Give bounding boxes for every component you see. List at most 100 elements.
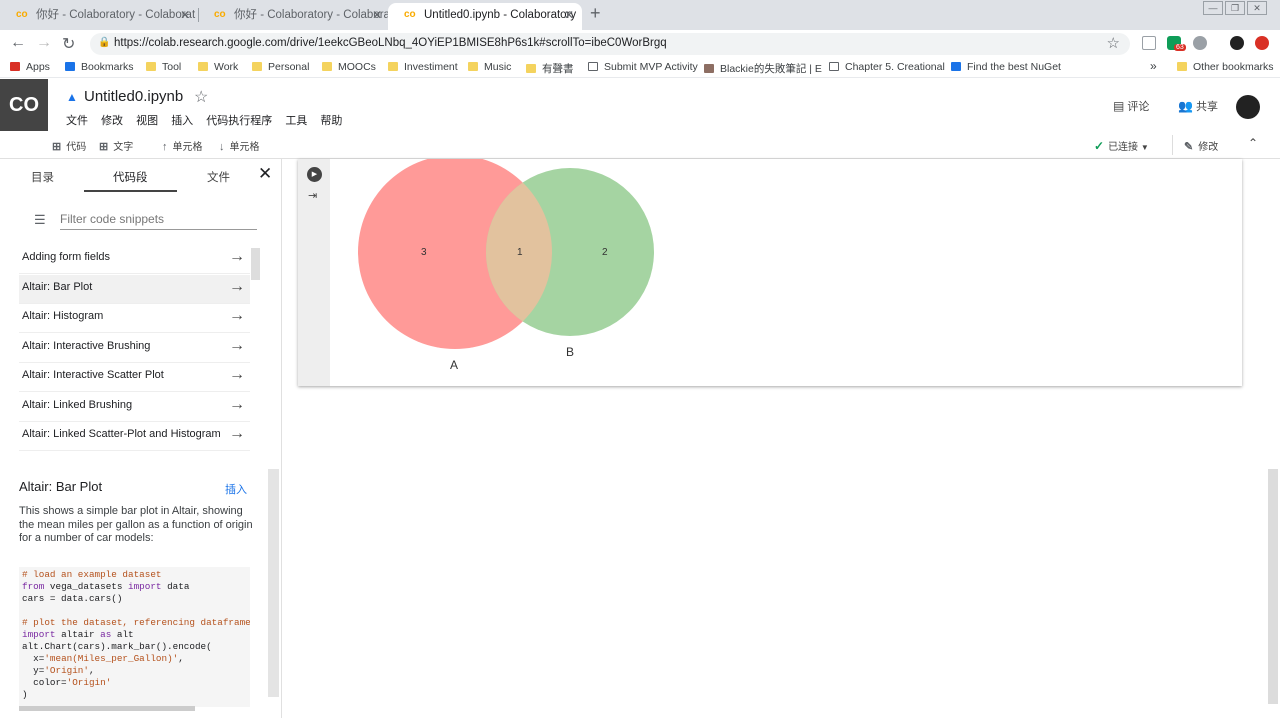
menu-tools[interactable]: 工具: [285, 115, 307, 127]
dropdown-icon: ▼: [1140, 143, 1149, 152]
filter-icon: ☰: [34, 212, 46, 227]
filter-snippets-input[interactable]: [60, 208, 257, 230]
bookmark-bookmarks[interactable]: Bookmarks: [65, 61, 134, 73]
notebook-title[interactable]: Untitled0.ipynb: [84, 88, 183, 105]
snippet-item[interactable]: Altair: Bar Plot →: [19, 275, 250, 304]
tab-toc[interactable]: 目录: [31, 169, 54, 185]
restore-icon[interactable]: ❐: [1225, 1, 1245, 15]
output-action-icon[interactable]: ⇥: [308, 189, 317, 202]
new-tab-icon[interactable]: +: [590, 3, 601, 24]
snippet-item[interactable]: Altair: Interactive Scatter Plot →: [19, 363, 250, 392]
edit-button[interactable]: ✎ 修改: [1184, 138, 1218, 153]
close-tab-icon[interactable]: ✕: [372, 3, 382, 28]
folder-icon: [1177, 62, 1187, 71]
browser-tab-active[interactable]: co Untitled0.ipynb - Colaboratory ✕: [388, 3, 582, 30]
move-cell-down-button[interactable]: ↓ 单元格: [219, 138, 260, 153]
profile-avatar-icon[interactable]: [1230, 36, 1244, 50]
bookmark-chapter5[interactable]: Chapter 5. Creational: [829, 61, 945, 73]
bookmark-moocs[interactable]: MOOCs: [322, 61, 376, 73]
snippet-item[interactable]: Adding form fields →: [19, 245, 250, 274]
bookmark-music[interactable]: Music: [468, 61, 511, 73]
omnibox[interactable]: 🔒 https://colab.research.google.com/driv…: [90, 33, 1130, 55]
close-window-icon[interactable]: ✕: [1247, 1, 1267, 15]
runtime-status-button[interactable]: ✓ 已连接 ▼: [1094, 138, 1149, 153]
arrow-right-icon: →: [229, 248, 245, 265]
reload-icon[interactable]: ↻: [62, 34, 75, 54]
minimize-icon[interactable]: —: [1203, 1, 1223, 15]
bookmark-mvp[interactable]: Submit MVP Activity: [588, 61, 698, 73]
lock-icon: 🔒: [98, 37, 111, 48]
close-panel-icon[interactable]: ✕: [258, 164, 272, 184]
bookmark-label: Apps: [26, 61, 50, 73]
bookmark-apps[interactable]: Apps: [10, 61, 50, 73]
extension-icon[interactable]: [1142, 36, 1156, 50]
colab-logo[interactable]: CO: [0, 79, 48, 131]
arrow-right-icon: →: [229, 307, 245, 324]
cell-gutter: ▶ ⇥: [298, 159, 330, 386]
bookmark-label: Blackie的失敗筆記 | E: [720, 63, 822, 75]
snippet-list-scrollbar[interactable]: [251, 248, 260, 280]
run-cell-play-icon[interactable]: ▶: [307, 167, 322, 182]
bookmark-personal[interactable]: Personal: [252, 61, 309, 73]
bookmark-investiment[interactable]: Investiment: [388, 61, 458, 73]
menu-view[interactable]: 视图: [136, 115, 158, 127]
bookmark-label: Other bookmarks: [1193, 61, 1274, 73]
share-button[interactable]: 👥 共享: [1178, 98, 1218, 114]
tab-files[interactable]: 文件: [207, 169, 230, 185]
browser-tab-2[interactable]: co 你好 - Colaboratory - Colaborat ✕: [198, 3, 390, 30]
tab-title: 你好 - Colaboratory - Colaborat: [36, 9, 196, 21]
notebook-toolbar: ⊞ 代码 ⊞ 文字 ↑ 单元格 ↓ 单元格 ✓ 已连接 ▼ ✎ 修改 ⌃: [0, 131, 1280, 159]
snippet-item[interactable]: Altair: Linked Brushing →: [19, 393, 250, 422]
add-code-button[interactable]: ⊞ 代码: [52, 138, 86, 153]
code-horizontal-scrollbar[interactable]: [19, 706, 195, 711]
bookmark-audiobooks[interactable]: 有聲書: [526, 61, 574, 76]
more-bookmarks-icon[interactable]: »: [1150, 59, 1157, 73]
comment-button[interactable]: ▤ 评论: [1113, 98, 1149, 114]
code-cell[interactable]: ▶ ⇥ 3 1 2 A B: [298, 159, 1242, 386]
bookmark-label: MOOCs: [338, 61, 376, 73]
menu-help[interactable]: 帮助: [320, 115, 342, 127]
menu-runtime[interactable]: 代码执行程序: [206, 115, 272, 127]
snippet-code: # load an example dataset from vega_data…: [22, 569, 250, 700]
page-icon: [588, 62, 598, 71]
folder-icon: [146, 62, 156, 71]
extension-icon-2[interactable]: [1193, 36, 1207, 50]
bookmark-label: Music: [484, 61, 512, 73]
back-icon[interactable]: ←: [10, 34, 26, 52]
url-text[interactable]: https://colab.research.google.com/drive/…: [114, 37, 667, 49]
browser-tab-1[interactable]: co 你好 - Colaboratory - Colaborat ✕: [0, 3, 198, 30]
bookmark-star-icon[interactable]: ☆: [1107, 34, 1120, 52]
menu-edit[interactable]: 修改: [101, 115, 123, 127]
snippets-side-panel: 目录 代码段 文件 ✕ ☰ Adding form fields → Altair…: [0, 159, 282, 718]
menu-bar: 文件 修改 视图 插入 代码执行程序 工具 帮助: [66, 112, 352, 128]
bookmark-blackie[interactable]: Blackie的失敗筆記 | E: [704, 61, 822, 76]
folder-icon: [198, 62, 208, 71]
notebook-scrollbar[interactable]: [1268, 469, 1278, 704]
menu-file[interactable]: 文件: [66, 115, 88, 127]
user-avatar[interactable]: [1236, 95, 1260, 119]
snippet-item[interactable]: Altair: Histogram →: [19, 304, 250, 333]
bookmark-tool[interactable]: Tool: [146, 61, 181, 73]
snippet-item[interactable]: Altair: Interactive Brushing →: [19, 334, 250, 363]
bookmark-nuget[interactable]: Find the best NuGet: [951, 61, 1061, 73]
apps-grid-icon: [10, 62, 20, 71]
insert-snippet-button[interactable]: 插入: [225, 481, 247, 497]
edit-label: 修改: [1198, 142, 1219, 153]
move-cell-up-button[interactable]: ↑ 单元格: [162, 138, 203, 153]
collapse-header-icon[interactable]: ⌃: [1248, 136, 1258, 150]
snippet-item[interactable]: Altair: Linked Scatter-Plot and Histogra…: [19, 422, 250, 451]
bookmark-other[interactable]: Other bookmarks: [1177, 61, 1274, 73]
panel-scrollbar[interactable]: [268, 469, 279, 697]
star-notebook-icon[interactable]: ☆: [194, 87, 208, 107]
extension-icon-3[interactable]: [1255, 36, 1269, 50]
active-tab-indicator: [84, 190, 177, 192]
cell-up-label: 单元格: [172, 142, 203, 153]
tab-code-snippets[interactable]: 代码段: [113, 169, 148, 185]
colab-favicon-icon: co: [16, 9, 28, 20]
forward-icon[interactable]: →: [36, 34, 52, 52]
close-tab-icon[interactable]: ✕: [180, 3, 190, 28]
menu-insert[interactable]: 插入: [171, 115, 193, 127]
add-text-button[interactable]: ⊞ 文字: [99, 138, 133, 153]
bookmark-work[interactable]: Work: [198, 61, 238, 73]
close-tab-icon[interactable]: ✕: [564, 3, 574, 28]
